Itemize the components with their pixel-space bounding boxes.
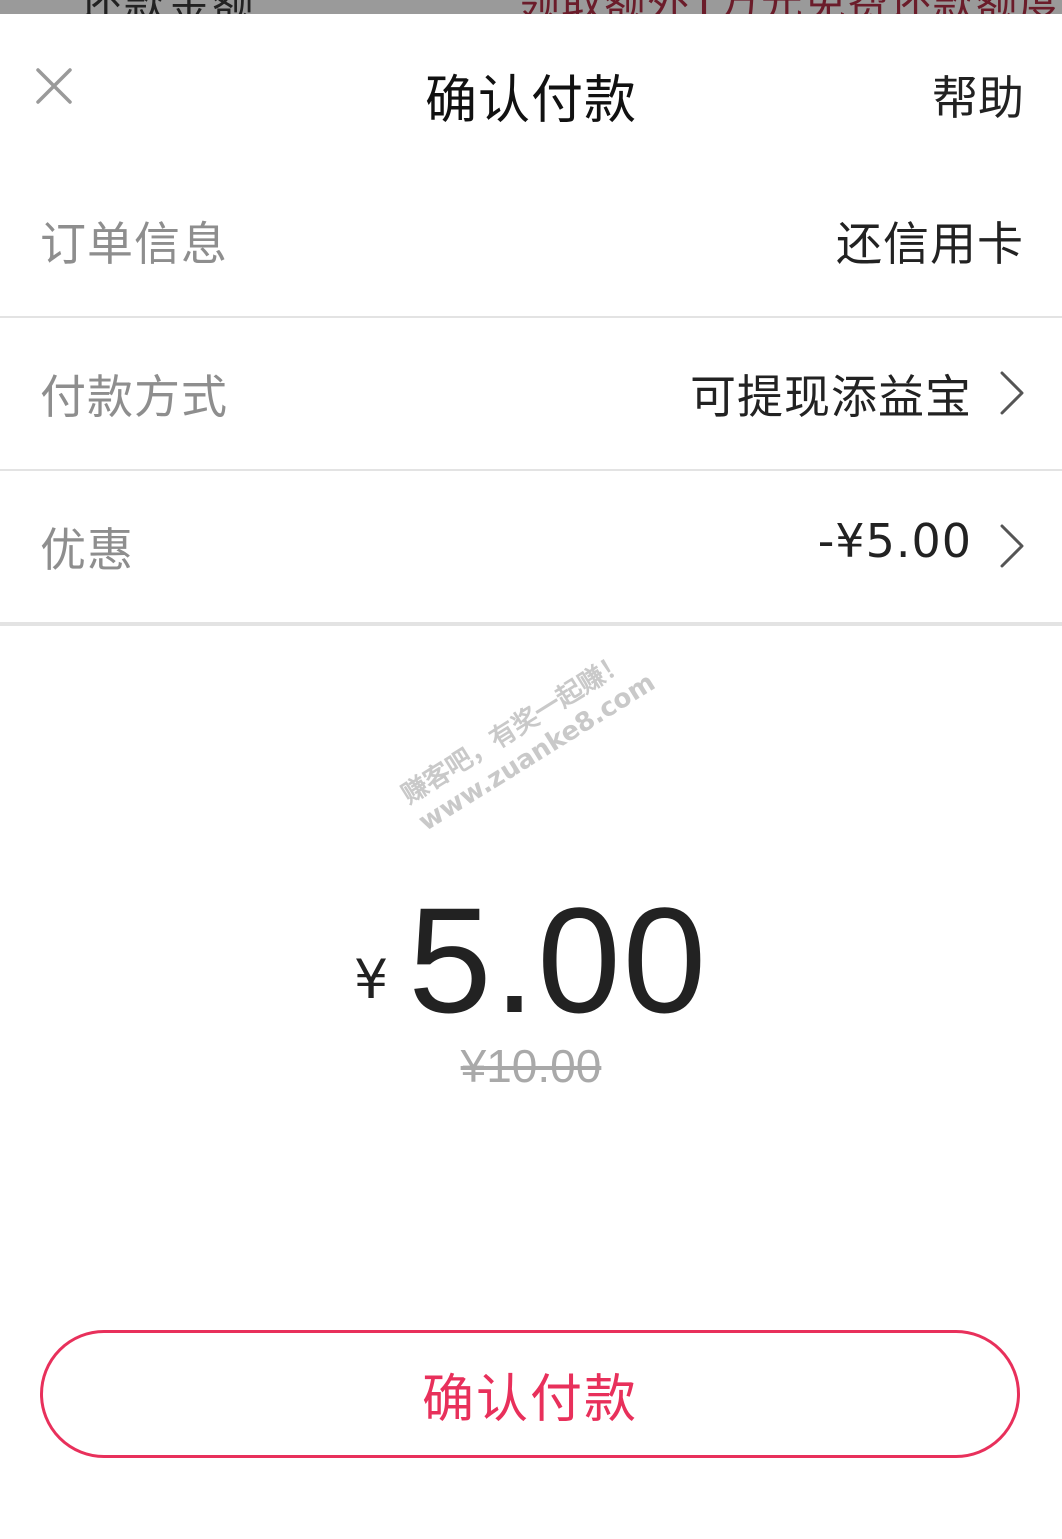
payment-amount: ¥5.00 [0,874,1062,1047]
chevron-right-icon [1000,524,1024,568]
background-repay-amount-label: 还款金额 [80,0,256,14]
payment-method-label: 付款方式 [40,370,228,424]
help-link[interactable]: 帮助 [932,62,1024,128]
currency-symbol: ¥ [353,948,389,1011]
amount-value: 5.00 [408,876,709,1044]
background-page-strip: 还款金额 领取额外1万元免费还款额度 [0,0,1062,14]
payment-method-value: 可提现添益宝 [690,370,972,424]
page-title: 确认付款 [424,71,637,131]
confirm-payment-label: 确认付款 [421,1369,638,1430]
order-info-row: 订单信息 还信用卡 [0,164,1062,318]
watermark: 赚客吧，有奖一起赚！ www.zuanke8.com [396,640,661,839]
payment-confirm-sheet: 确认付款 帮助 订单信息 还信用卡 付款方式 可提现添益宝 优惠 -¥5.00 … [0,14,1062,1539]
background-promo-text: 领取额外1万元免费还款额度 [518,0,1062,14]
chevron-right-icon [1000,371,1024,415]
confirm-payment-button[interactable]: 确认付款 [40,1330,1020,1458]
discount-label: 优惠 [40,523,134,577]
header: 确认付款 帮助 [0,14,1062,164]
order-info-label: 订单信息 [40,217,228,271]
discount-row[interactable]: 优惠 -¥5.00 [0,470,1062,626]
payment-method-row[interactable]: 付款方式 可提现添益宝 [0,317,1062,471]
original-amount: ¥10.00 [460,1040,602,1092]
discount-value: -¥5.00 [817,514,972,568]
order-info-value: 还信用卡 [836,217,1024,271]
